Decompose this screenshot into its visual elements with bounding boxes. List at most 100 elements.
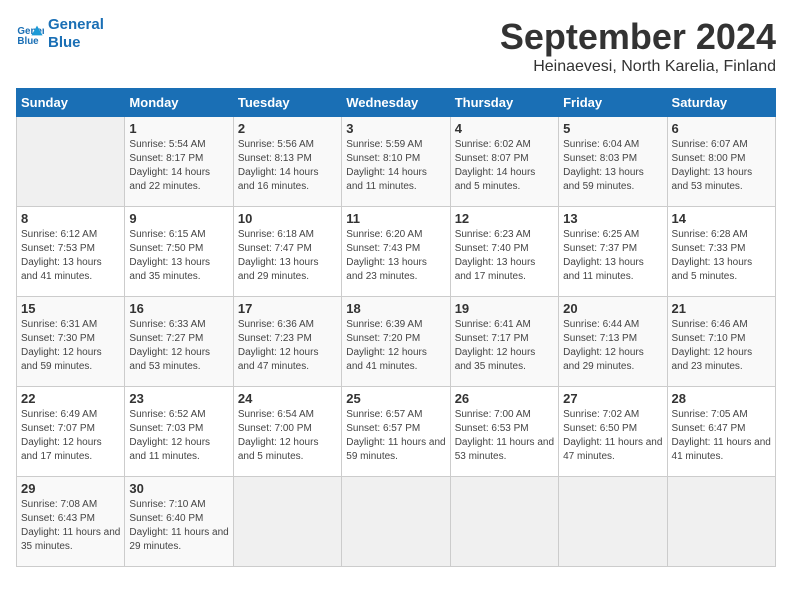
- day-info: Sunrise: 6:12 AMSunset: 7:53 PMDaylight:…: [21, 228, 120, 284]
- day-info: Sunrise: 6:28 AMSunset: 7:33 PMDaylight:…: [672, 228, 771, 284]
- day-info: Sunrise: 6:33 AMSunset: 7:27 PMDaylight:…: [129, 318, 228, 374]
- day-number: 6: [672, 121, 771, 136]
- calendar-cell: 16 Sunrise: 6:33 AMSunset: 7:27 PMDayligh…: [125, 297, 233, 387]
- day-number: 20: [563, 301, 662, 316]
- day-info: Sunrise: 6:23 AMSunset: 7:40 PMDaylight:…: [455, 228, 554, 284]
- day-number: 29: [21, 481, 120, 496]
- day-info: Sunrise: 6:39 AMSunset: 7:20 PMDaylight:…: [346, 318, 445, 374]
- calendar-week-row: 1 Sunrise: 5:54 AMSunset: 8:17 PMDaylight…: [17, 117, 776, 207]
- day-info: Sunrise: 6:18 AMSunset: 7:47 PMDaylight:…: [238, 228, 337, 284]
- day-info: Sunrise: 5:59 AMSunset: 8:10 PMDaylight:…: [346, 138, 445, 194]
- day-number: 23: [129, 391, 228, 406]
- calendar-cell: 3 Sunrise: 5:59 AMSunset: 8:10 PMDaylight…: [342, 117, 450, 207]
- calendar-cell: 22 Sunrise: 6:49 AMSunset: 7:07 PMDayligh…: [17, 387, 125, 477]
- day-info: Sunrise: 6:07 AMSunset: 8:00 PMDaylight:…: [672, 138, 771, 194]
- title-block: September 2024 Heinaevesi, North Karelia…: [500, 16, 776, 76]
- day-info: Sunrise: 7:00 AMSunset: 6:53 PMDaylight:…: [455, 408, 554, 464]
- day-info: Sunrise: 6:20 AMSunset: 7:43 PMDaylight:…: [346, 228, 445, 284]
- calendar-cell: 23 Sunrise: 6:52 AMSunset: 7:03 PMDayligh…: [125, 387, 233, 477]
- calendar-week-row: 29Sunrise: 7:08 AMSunset: 6:43 PMDayligh…: [17, 477, 776, 567]
- day-info: Sunrise: 5:54 AMSunset: 8:17 PMDaylight:…: [129, 138, 228, 194]
- calendar-cell: 9 Sunrise: 6:15 AMSunset: 7:50 PMDaylight…: [125, 207, 233, 297]
- day-info: Sunrise: 6:15 AMSunset: 7:50 PMDaylight:…: [129, 228, 228, 284]
- day-number: 19: [455, 301, 554, 316]
- day-number: 16: [129, 301, 228, 316]
- day-number: 10: [238, 211, 337, 226]
- day-number: 1: [129, 121, 228, 136]
- calendar-cell: [342, 477, 450, 567]
- calendar-cell: 2Sunrise: 5:56 AMSunset: 8:13 PMDaylight…: [233, 117, 341, 207]
- day-number: 18: [346, 301, 445, 316]
- day-number: 2: [238, 121, 337, 136]
- calendar-table: SundayMondayTuesdayWednesdayThursdayFrid…: [16, 88, 776, 567]
- day-number: 3: [346, 121, 445, 136]
- day-number: 9: [129, 211, 228, 226]
- calendar-cell: 24Sunrise: 6:54 AMSunset: 7:00 PMDayligh…: [233, 387, 341, 477]
- day-info: Sunrise: 6:41 AMSunset: 7:17 PMDaylight:…: [455, 318, 554, 374]
- calendar-cell: [667, 477, 775, 567]
- day-number: 5: [563, 121, 662, 136]
- weekday-header: Saturday: [667, 89, 775, 117]
- weekday-header: Wednesday: [342, 89, 450, 117]
- weekday-header: Tuesday: [233, 89, 341, 117]
- day-info: Sunrise: 6:49 AMSunset: 7:07 PMDaylight:…: [21, 408, 120, 464]
- day-number: 8: [21, 211, 120, 226]
- weekday-header: Monday: [125, 89, 233, 117]
- day-number: 28: [672, 391, 771, 406]
- weekday-header: Thursday: [450, 89, 558, 117]
- svg-text:Blue: Blue: [17, 36, 39, 47]
- day-info: Sunrise: 6:04 AMSunset: 8:03 PMDaylight:…: [563, 138, 662, 194]
- day-info: Sunrise: 6:44 AMSunset: 7:13 PMDaylight:…: [563, 318, 662, 374]
- day-number: 15: [21, 301, 120, 316]
- day-number: 21: [672, 301, 771, 316]
- calendar-cell: 11 Sunrise: 6:20 AMSunset: 7:43 PMDayligh…: [342, 207, 450, 297]
- day-info: Sunrise: 6:31 AMSunset: 7:30 PMDaylight:…: [21, 318, 120, 374]
- month-title: September 2024: [500, 16, 776, 58]
- day-number: 26: [455, 391, 554, 406]
- calendar-cell: [559, 477, 667, 567]
- calendar-cell: 4 Sunrise: 6:02 AMSunset: 8:07 PMDaylight…: [450, 117, 558, 207]
- header-row: SundayMondayTuesdayWednesdayThursdayFrid…: [17, 89, 776, 117]
- day-number: 4: [455, 121, 554, 136]
- calendar-cell: 19 Sunrise: 6:41 AMSunset: 7:17 PMDayligh…: [450, 297, 558, 387]
- calendar-cell: 13 Sunrise: 6:25 AMSunset: 7:37 PMDayligh…: [559, 207, 667, 297]
- day-info: Sunrise: 6:36 AMSunset: 7:23 PMDaylight:…: [238, 318, 337, 374]
- logo-text-general: General: [48, 16, 104, 34]
- day-number: 11: [346, 211, 445, 226]
- day-number: 13: [563, 211, 662, 226]
- day-info: Sunrise: 7:10 AMSunset: 6:40 PMDaylight:…: [129, 498, 228, 554]
- calendar-cell: 21 Sunrise: 6:46 AMSunset: 7:10 PMDayligh…: [667, 297, 775, 387]
- calendar-cell: [17, 117, 125, 207]
- page-header: General Blue General Blue September 2024…: [16, 16, 776, 76]
- day-number: 17: [238, 301, 337, 316]
- calendar-week-row: 22 Sunrise: 6:49 AMSunset: 7:07 PMDayligh…: [17, 387, 776, 477]
- calendar-cell: 29Sunrise: 7:08 AMSunset: 6:43 PMDayligh…: [17, 477, 125, 567]
- location-subtitle: Heinaevesi, North Karelia, Finland: [500, 58, 776, 76]
- calendar-cell: 8 Sunrise: 6:12 AMSunset: 7:53 PMDaylight…: [17, 207, 125, 297]
- logo-text-blue: Blue: [48, 34, 104, 52]
- calendar-cell: 30 Sunrise: 7:10 AMSunset: 6:40 PMDayligh…: [125, 477, 233, 567]
- calendar-cell: [450, 477, 558, 567]
- calendar-cell: 17 Sunrise: 6:36 AMSunset: 7:23 PMDayligh…: [233, 297, 341, 387]
- calendar-cell: 28 Sunrise: 7:05 AMSunset: 6:47 PMDayligh…: [667, 387, 775, 477]
- calendar-cell: 15 Sunrise: 6:31 AMSunset: 7:30 PMDayligh…: [17, 297, 125, 387]
- logo-icon: General Blue: [16, 20, 44, 48]
- calendar-cell: 10 Sunrise: 6:18 AMSunset: 7:47 PMDayligh…: [233, 207, 341, 297]
- day-number: 30: [129, 481, 228, 496]
- day-number: 27: [563, 391, 662, 406]
- day-info: Sunrise: 6:46 AMSunset: 7:10 PMDaylight:…: [672, 318, 771, 374]
- day-info: Sunrise: 7:02 AMSunset: 6:50 PMDaylight:…: [563, 408, 662, 464]
- calendar-cell: 12Sunrise: 6:23 AMSunset: 7:40 PMDayligh…: [450, 207, 558, 297]
- day-info: Sunrise: 6:02 AMSunset: 8:07 PMDaylight:…: [455, 138, 554, 194]
- day-info: Sunrise: 7:05 AMSunset: 6:47 PMDaylight:…: [672, 408, 771, 464]
- day-info: Sunrise: 6:52 AMSunset: 7:03 PMDaylight:…: [129, 408, 228, 464]
- day-number: 22: [21, 391, 120, 406]
- calendar-cell: 6 Sunrise: 6:07 AMSunset: 8:00 PMDaylight…: [667, 117, 775, 207]
- calendar-cell: 1 Sunrise: 5:54 AMSunset: 8:17 PMDaylight…: [125, 117, 233, 207]
- calendar-cell: [233, 477, 341, 567]
- logo: General Blue General Blue: [16, 16, 104, 52]
- day-info: Sunrise: 6:54 AMSunset: 7:00 PMDaylight:…: [238, 408, 337, 464]
- weekday-header: Friday: [559, 89, 667, 117]
- day-info: Sunrise: 6:25 AMSunset: 7:37 PMDaylight:…: [563, 228, 662, 284]
- day-number: 25: [346, 391, 445, 406]
